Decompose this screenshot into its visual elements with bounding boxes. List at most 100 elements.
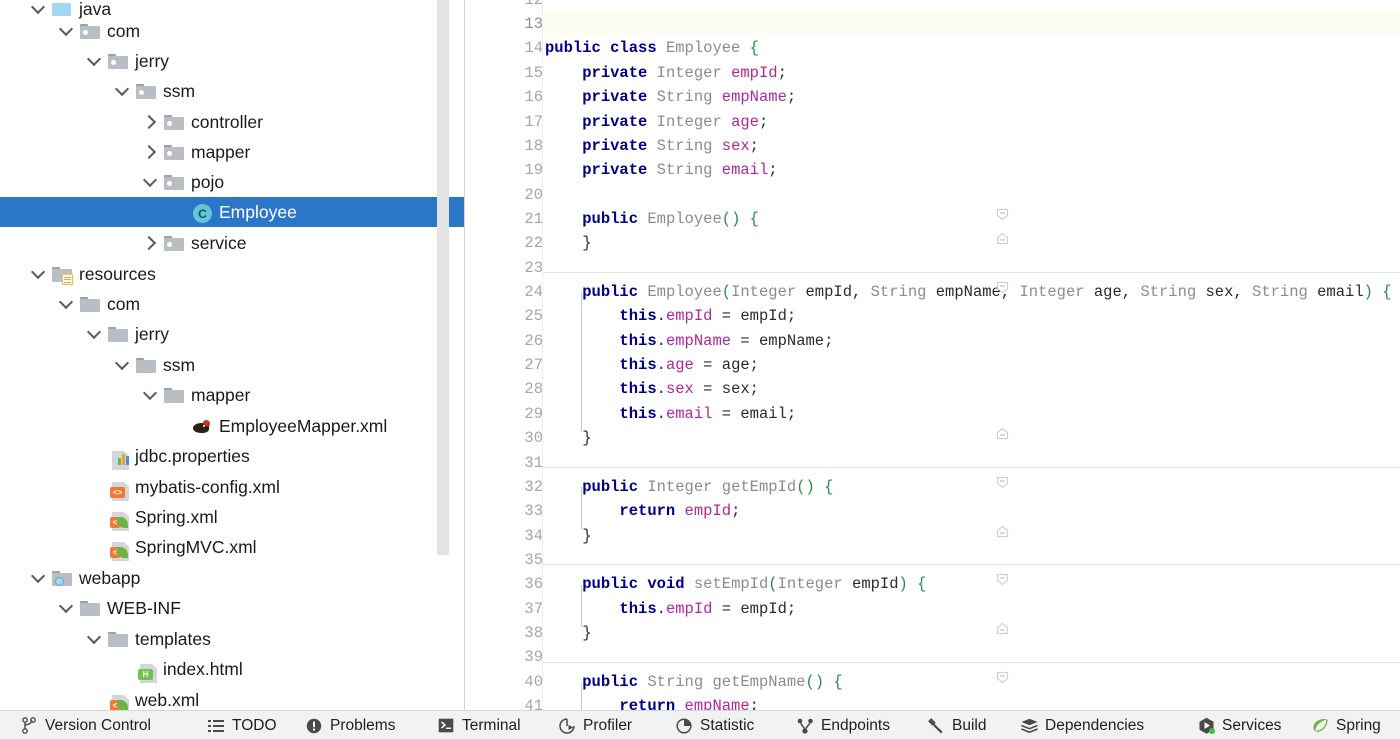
tree-row-jerry[interactable]: jerry	[0, 46, 465, 76]
statusbar-item-todo[interactable]: TODO	[205, 711, 279, 739]
code-line[interactable]: this.empName = empName;	[545, 329, 833, 353]
code-line[interactable]: private String email;	[545, 158, 777, 182]
chevron-down-icon[interactable]	[112, 80, 134, 102]
code-line[interactable]: return empName;	[545, 694, 759, 710]
code-line[interactable]: private String empName;	[545, 85, 796, 109]
chevron-down-icon[interactable]	[28, 263, 50, 285]
fold-end-icon[interactable]	[996, 232, 1009, 245]
statusbar-item-label: Services	[1222, 716, 1282, 734]
line-number: 29	[524, 405, 543, 423]
chevron-down-icon[interactable]	[84, 50, 106, 72]
code-line[interactable]: this.sex = sex;	[545, 377, 759, 401]
tree-row-controller[interactable]: controller	[0, 107, 465, 137]
code-line[interactable]: public class Employee {	[545, 36, 759, 60]
editor-gutter[interactable]: 12 13 14 15 16 17 18 19 20 21 22 23 24 25 26 27 28 29 30 31…	[465, 0, 543, 710]
fold-collapse-icon[interactable]	[996, 281, 1009, 294]
chevron-down-icon[interactable]	[84, 323, 106, 345]
code-line[interactable]: this.empId = empId;	[545, 304, 796, 328]
code-line[interactable]: public String getEmpName() {	[545, 670, 842, 694]
code-line[interactable]: this.email = email;	[545, 402, 796, 426]
code-line[interactable]: private Integer age;	[545, 110, 768, 134]
chevron-down-icon[interactable]	[28, 567, 50, 589]
statusbar-item-statistic[interactable]: Statistic	[673, 711, 756, 739]
code-line[interactable]: this.age = age;	[545, 353, 759, 377]
folder-icon	[164, 236, 184, 251]
code-line[interactable]: }	[545, 621, 591, 645]
code-line[interactable]: public Employee() {	[545, 207, 759, 231]
tree-row-com[interactable]: com	[0, 289, 465, 319]
tree-row-resources[interactable]: resources	[0, 259, 465, 289]
code-line[interactable]: }	[545, 524, 591, 548]
tree-row-webapp[interactable]: webapp	[0, 563, 465, 593]
tree-row-templates[interactable]: templates	[0, 624, 465, 654]
chevron-down-icon[interactable]	[112, 354, 134, 376]
tree-row-service[interactable]: service	[0, 228, 465, 258]
code-line[interactable]: public Employee(Integer empId, String em…	[545, 280, 1391, 304]
line-number: 13	[524, 15, 543, 33]
statusbar-item-dependencies[interactable]: Dependencies	[1018, 711, 1146, 739]
tree-row-label: jerry	[135, 323, 170, 344]
statusbar-item-terminal[interactable]: Terminal	[435, 711, 523, 739]
tree-row-mybatis-config-xml[interactable]: <> mybatis-config.xml	[0, 472, 465, 502]
tree-row-spring-xml[interactable]: < Spring.xml	[0, 502, 465, 532]
method-separator	[543, 662, 1400, 663]
editor-pane[interactable]: 12 13 14 15 16 17 18 19 20 21 22 23 24 25 26 27 28 29 30 31…	[465, 0, 1400, 710]
tree-row-mapper[interactable]: mapper	[0, 380, 465, 410]
sidebar-scrollbar-track[interactable]	[437, 0, 457, 710]
tree-row-pojo[interactable]: pojo	[0, 167, 465, 197]
line-number: 22	[524, 234, 543, 252]
fold-collapse-icon[interactable]	[996, 208, 1009, 221]
tree-row-ssm[interactable]: ssm	[0, 350, 465, 380]
code-line[interactable]: private String sex;	[545, 134, 759, 158]
tree-row-web-inf[interactable]: WEB-INF	[0, 593, 465, 623]
tree-row-index-html[interactable]: Hindex.html	[0, 654, 465, 684]
tree-row-web-xml[interactable]: < web.xml	[0, 685, 465, 710]
code-line[interactable]: public void setEmpId(Integer empId) {	[545, 572, 926, 596]
code-line[interactable]: this.empId = empId;	[545, 597, 796, 621]
statusbar-item-spring[interactable]: Spring	[1309, 711, 1383, 739]
chevron-right-icon[interactable]	[140, 111, 162, 133]
line-number: 24	[524, 283, 543, 301]
chevron-down-icon[interactable]	[140, 171, 162, 193]
statusbar-item-endpoints[interactable]: Endpoints	[794, 711, 892, 739]
chevron-down-icon[interactable]	[56, 293, 78, 315]
chevron-down-icon[interactable]	[56, 597, 78, 619]
tree-row-jerry[interactable]: jerry	[0, 319, 465, 349]
fold-end-icon[interactable]	[996, 525, 1009, 538]
code-line[interactable]: }	[545, 426, 591, 450]
fold-collapse-icon[interactable]	[996, 573, 1009, 586]
statusbar-item-services[interactable]: Services	[1195, 711, 1283, 739]
tree-row-employeemapper-xml[interactable]: EmployeeMapper.xml	[0, 411, 465, 441]
fold-collapse-icon[interactable]	[996, 671, 1009, 684]
bottom-tool-window-bar[interactable]: Version Control TODO Problems Terminal Profi…	[0, 710, 1400, 739]
tree-row-jdbc-properties[interactable]: jdbc.properties	[0, 441, 465, 471]
tree-row-employee[interactable]: C Employee	[0, 197, 465, 227]
tree-row-springmvc-xml[interactable]: < SpringMVC.xml	[0, 532, 465, 562]
code-line[interactable]: }	[545, 231, 591, 255]
sidebar-scrollbar-thumb[interactable]	[437, 0, 449, 555]
fold-end-icon[interactable]	[996, 427, 1009, 440]
chevron-down-icon[interactable]	[56, 20, 78, 42]
line-number: 40	[524, 673, 543, 691]
statusbar-item-problems[interactable]: Problems	[303, 711, 397, 739]
fold-collapse-icon[interactable]	[996, 476, 1009, 489]
chevron-down-icon[interactable]	[84, 628, 106, 650]
chevron-down-icon[interactable]	[140, 384, 162, 406]
project-tool-window[interactable]: java com jerry ssm controller mapper pojo C Empl…	[0, 0, 465, 710]
tree-row-ssm[interactable]: ssm	[0, 76, 465, 106]
code-line[interactable]: private Integer empId;	[545, 61, 787, 85]
code-line[interactable]: public Integer getEmpId() {	[545, 475, 833, 499]
tree-row-com[interactable]: com	[0, 16, 465, 46]
code-line[interactable]: return empId;	[545, 499, 740, 523]
chevron-right-icon[interactable]	[140, 141, 162, 163]
tree-row-mapper[interactable]: mapper	[0, 137, 465, 167]
statusbar-item-build[interactable]: Build	[925, 711, 988, 739]
chevron-right-icon[interactable]	[140, 232, 162, 254]
statusbar-item-profiler[interactable]: Profiler	[556, 711, 634, 739]
statusbar-item-version-control[interactable]: Version Control	[18, 711, 153, 739]
fold-end-icon[interactable]	[996, 622, 1009, 635]
